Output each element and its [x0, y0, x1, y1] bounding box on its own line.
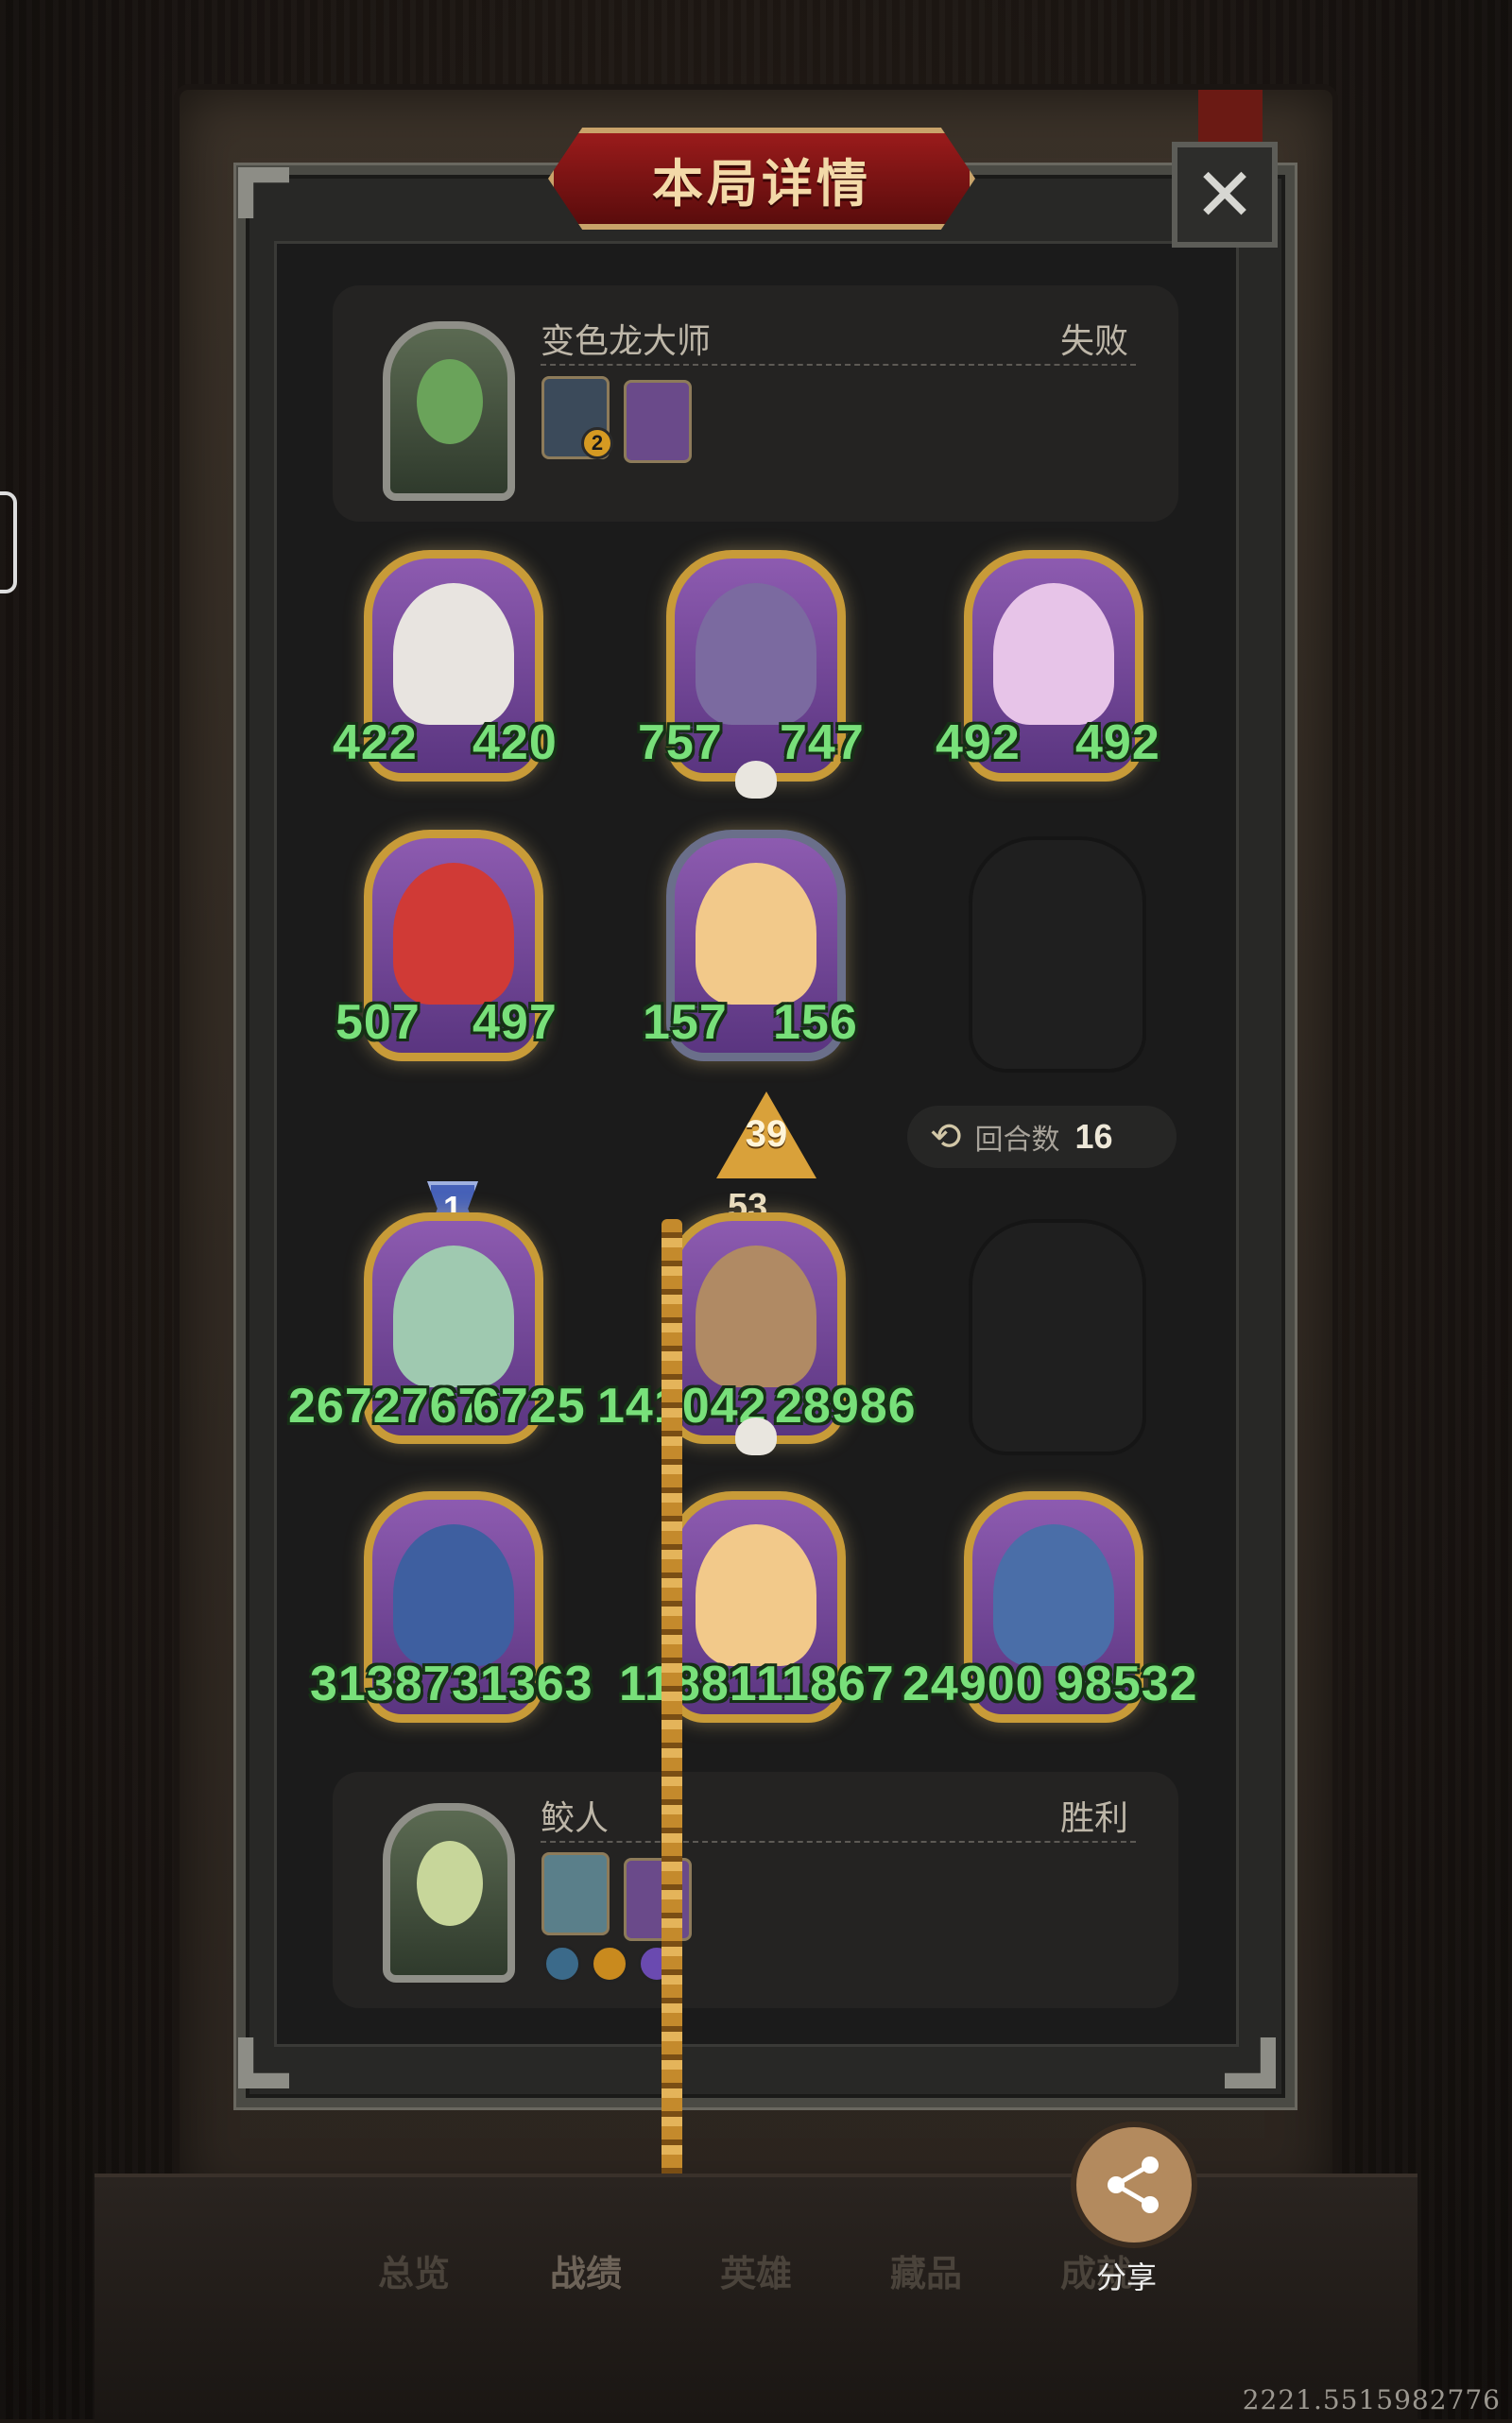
- share-button[interactable]: [1071, 2122, 1197, 2248]
- title-banner: 本局详情: [548, 128, 975, 230]
- rounds-value: 16: [1074, 1117, 1113, 1156]
- close-icon: ✕: [1194, 153, 1256, 236]
- player-result: 胜利: [1060, 1798, 1129, 1837]
- rounds-label: 回合数: [974, 1125, 1060, 1156]
- attack-stat: 24900: [902, 1657, 1044, 1711]
- divider: [541, 364, 1136, 366]
- side-tab[interactable]: [0, 491, 17, 593]
- coordinate-readout: 2221.5515982776: [1242, 2384, 1501, 2415]
- health-stat: 747: [780, 715, 865, 770]
- share-label: 分享: [1096, 2260, 1158, 2294]
- opponent-name: 变色龙大师: [541, 321, 712, 360]
- skull-icon: [735, 761, 777, 799]
- refresh-icon: ⟲: [930, 1116, 962, 1158]
- opponent-avatar[interactable]: [383, 321, 515, 501]
- sword-icon[interactable]: [543, 1945, 581, 1983]
- arrow-value: 39: [745, 1113, 788, 1155]
- health-stat: 497: [472, 995, 558, 1050]
- page-title: 本局详情: [652, 155, 871, 213]
- empty-slot: [969, 1219, 1146, 1455]
- close-button[interactable]: ✕: [1172, 142, 1278, 248]
- attack-stat: 422: [333, 715, 418, 770]
- health-stat: 492: [1075, 715, 1160, 770]
- mini-card[interactable]: [624, 380, 692, 463]
- player-avatar[interactable]: [383, 1803, 515, 1983]
- tab-heroes[interactable]: 英雄: [720, 2244, 792, 2296]
- mini-card[interactable]: [541, 1852, 610, 1935]
- attack-stat: 2672767: [288, 1379, 487, 1434]
- attack-stat: 492: [936, 715, 1021, 770]
- horse-icon[interactable]: [591, 1945, 628, 1983]
- rounds-pill: ⟲ 回合数 16: [907, 1106, 1177, 1168]
- divider: [541, 1841, 1136, 1843]
- health-stat: 11867: [756, 1657, 895, 1711]
- health-stat: 6725: [472, 1379, 586, 1434]
- attack-stat: 11881: [619, 1657, 758, 1711]
- tab-records[interactable]: 战绩: [550, 2244, 622, 2296]
- attack-stat: 507: [335, 995, 421, 1050]
- share-icon: [1108, 2157, 1159, 2213]
- empty-slot: [969, 836, 1146, 1073]
- health-stat: 420: [472, 715, 558, 770]
- tab-overview[interactable]: 总览: [378, 2244, 450, 2296]
- tab-collection[interactable]: 藏品: [890, 2244, 962, 2296]
- bottom-nav: [94, 2174, 1418, 2423]
- health-stat: 28986: [775, 1379, 917, 1434]
- opponent-result: 失败: [1060, 321, 1129, 360]
- mini-card-badge: 2: [581, 427, 613, 459]
- health-stat: 98532: [1057, 1657, 1198, 1711]
- attack-stat: 157: [643, 995, 728, 1050]
- health-stat: 31363: [452, 1657, 593, 1711]
- player-name: 鲛人: [541, 1798, 610, 1837]
- health-stat: 156: [773, 995, 858, 1050]
- skull-icon: [735, 1418, 777, 1455]
- attack-stat: 757: [638, 715, 723, 770]
- attack-stat: 31387: [310, 1657, 452, 1711]
